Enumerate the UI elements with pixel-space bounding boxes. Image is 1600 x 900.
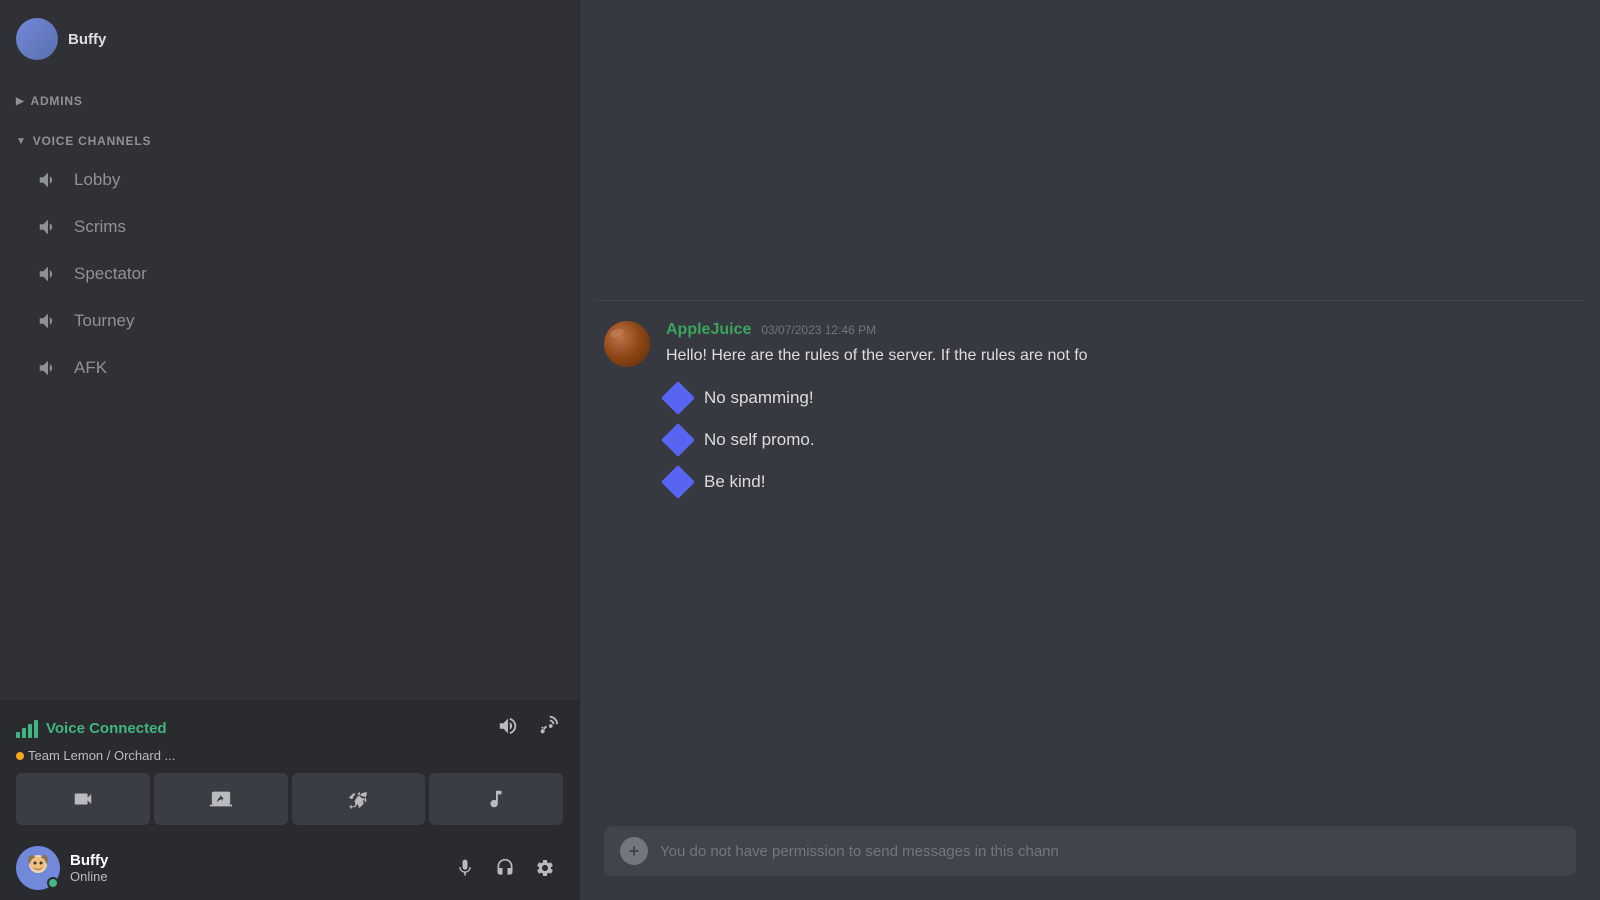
- voice-status-icons: [493, 711, 563, 746]
- voice-connected-label: Voice Connected: [46, 720, 167, 737]
- signal-bar-2: [22, 728, 26, 738]
- soundboard-button[interactable]: [429, 773, 563, 825]
- microphone-button[interactable]: [447, 850, 483, 886]
- admins-chevron-icon: ▶: [16, 96, 25, 107]
- disconnect-voice-icon[interactable]: [533, 711, 563, 746]
- chat-messages: AppleJuice 03/07/2023 12:46 PM Hello! He…: [580, 301, 1600, 826]
- voice-action-buttons: [16, 773, 563, 825]
- voice-signal-icon: [16, 720, 38, 738]
- sidebar: Buffy ▶ ADMINS ▼ VOICE CHANNELS Lobby Sc…: [0, 0, 580, 900]
- voice-sound-waves-icon[interactable]: [493, 711, 523, 746]
- chat-input-box: + You do not have permission to send mes…: [604, 826, 1576, 876]
- voice-channel-icon-afk: [32, 352, 64, 384]
- rule-item-2: No self promo.: [666, 428, 1576, 452]
- rule-text-1: No spamming!: [704, 388, 814, 408]
- voice-status-row: Voice Connected: [16, 711, 563, 746]
- channel-name-scrims: Scrims: [74, 217, 126, 237]
- voice-channel-icon-tourney: [32, 305, 64, 337]
- rule-text-3: Be kind!: [704, 472, 765, 492]
- message-header: AppleJuice 03/07/2023 12:46 PM: [666, 321, 1576, 339]
- channel-name-spectator: Spectator: [74, 264, 147, 284]
- user-panel: Buffy Online: [0, 835, 579, 900]
- screenshare-button[interactable]: [154, 773, 288, 825]
- admins-section-label: ADMINS: [31, 94, 83, 108]
- voice-channels-section-header[interactable]: ▼ VOICE CHANNELS: [0, 116, 579, 156]
- top-user-name: Buffy: [68, 31, 106, 48]
- diamond-icon-3: [661, 465, 695, 499]
- channel-item-spectator[interactable]: Spectator: [8, 251, 571, 297]
- settings-button[interactable]: [527, 850, 563, 886]
- channel-item-lobby[interactable]: Lobby: [8, 157, 571, 203]
- message-content: AppleJuice 03/07/2023 12:46 PM Hello! He…: [666, 321, 1576, 494]
- top-user-avatar: [16, 18, 58, 60]
- voice-channel-icon-lobby: [32, 164, 64, 196]
- sidebar-content: Buffy ▶ ADMINS ▼ VOICE CHANNELS Lobby Sc…: [0, 0, 579, 700]
- user-avatar-wrap: [16, 846, 60, 890]
- message-avatar: [604, 321, 650, 367]
- chat-input-placeholder: You do not have permission to send messa…: [660, 843, 1560, 860]
- message-text: Hello! Here are the rules of the server.…: [666, 344, 1576, 368]
- chat-area: AppleJuice 03/07/2023 12:46 PM Hello! He…: [580, 0, 1600, 900]
- user-status-text: Online: [70, 869, 447, 884]
- signal-bar-1: [16, 732, 20, 738]
- boost-button[interactable]: [292, 773, 426, 825]
- diamond-icon-1: [661, 381, 695, 415]
- voice-channels-chevron-icon: ▼: [16, 136, 27, 147]
- signal-bar-4: [34, 720, 38, 738]
- voice-channel-icon-scrims: [32, 211, 64, 243]
- channel-name-afk: AFK: [74, 358, 107, 378]
- channel-item-afk[interactable]: AFK: [8, 345, 571, 391]
- channel-item-scrims[interactable]: Scrims: [8, 204, 571, 250]
- voice-connected-bar: Voice Connected Team Lemon / Orchard ...: [0, 700, 579, 835]
- admins-section-header[interactable]: ▶ ADMINS: [0, 76, 579, 116]
- rules-list: No spamming! No self promo. Be kind!: [666, 386, 1576, 494]
- rule-item-3: Be kind!: [666, 470, 1576, 494]
- chat-add-button[interactable]: +: [620, 837, 648, 865]
- channel-name-tourney: Tourney: [74, 311, 134, 331]
- channel-name-lobby: Lobby: [74, 170, 120, 190]
- headphones-button[interactable]: [487, 850, 523, 886]
- rule-item-1: No spamming!: [666, 386, 1576, 410]
- camera-button[interactable]: [16, 773, 150, 825]
- voice-channel-name: Team Lemon / Orchard ...: [28, 748, 175, 763]
- user-display-name: Buffy: [70, 852, 447, 869]
- diamond-icon-2: [661, 423, 695, 457]
- signal-bar-3: [28, 724, 32, 738]
- message-author: AppleJuice: [666, 321, 751, 339]
- rule-text-2: No self promo.: [704, 430, 815, 450]
- channel-item-tourney[interactable]: Tourney: [8, 298, 571, 344]
- voice-channels-section-label: VOICE CHANNELS: [33, 134, 152, 148]
- message-row: AppleJuice 03/07/2023 12:46 PM Hello! He…: [604, 321, 1576, 494]
- user-info: Buffy Online: [70, 852, 447, 884]
- user-controls: [447, 850, 563, 886]
- chat-top-space: [580, 0, 1600, 300]
- chat-input-area: + You do not have permission to send mes…: [580, 826, 1600, 900]
- voice-channel-dot: [16, 752, 24, 760]
- top-user-row: Buffy: [0, 10, 579, 76]
- user-status-dot: [47, 877, 59, 889]
- voice-status-left: Voice Connected: [16, 720, 167, 738]
- message-timestamp: 03/07/2023 12:46 PM: [761, 323, 876, 337]
- voice-channel-info: Team Lemon / Orchard ...: [16, 748, 563, 763]
- voice-channel-icon-spectator: [32, 258, 64, 290]
